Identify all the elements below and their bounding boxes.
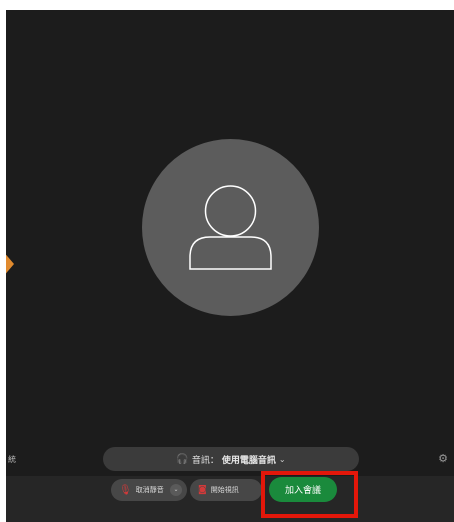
meeting-preview-window: 統 🎧 音訊： 使用電腦音訊 ⌄ ⚙ <box>6 10 454 522</box>
mic-off-icon: 🎙 <box>119 484 132 496</box>
pointer-arrow-icon <box>6 250 14 278</box>
audio-options-chevron-icon[interactable]: ⌄ <box>170 484 182 496</box>
highlight-annotation <box>261 471 358 518</box>
audio-label: 音訊： <box>191 455 219 466</box>
video-preview-area: 統 🎧 音訊： 使用電腦音訊 ⌄ ⚙ <box>6 10 454 476</box>
left-edge-label: 統 <box>8 455 16 464</box>
user-silhouette-icon <box>189 185 272 270</box>
unmute-label: 取消靜音 <box>135 486 164 494</box>
start-video-button[interactable]: ◙ 開始視訊 <box>190 479 262 501</box>
chevron-down-icon: ⌄ <box>278 454 286 464</box>
avatar <box>142 139 319 316</box>
unmute-button[interactable]: 🎙 取消靜音 ⌄ <box>111 479 187 501</box>
start-video-label: 開始視訊 <box>210 486 239 494</box>
camera-off-icon: ◙ <box>198 485 207 495</box>
audio-value: 使用電腦音訊 <box>221 455 276 466</box>
headset-icon: 🎧 <box>176 453 189 465</box>
audio-source-selector[interactable]: 🎧 音訊： 使用電腦音訊 ⌄ <box>103 447 359 471</box>
gear-icon[interactable]: ⚙ <box>438 452 448 465</box>
